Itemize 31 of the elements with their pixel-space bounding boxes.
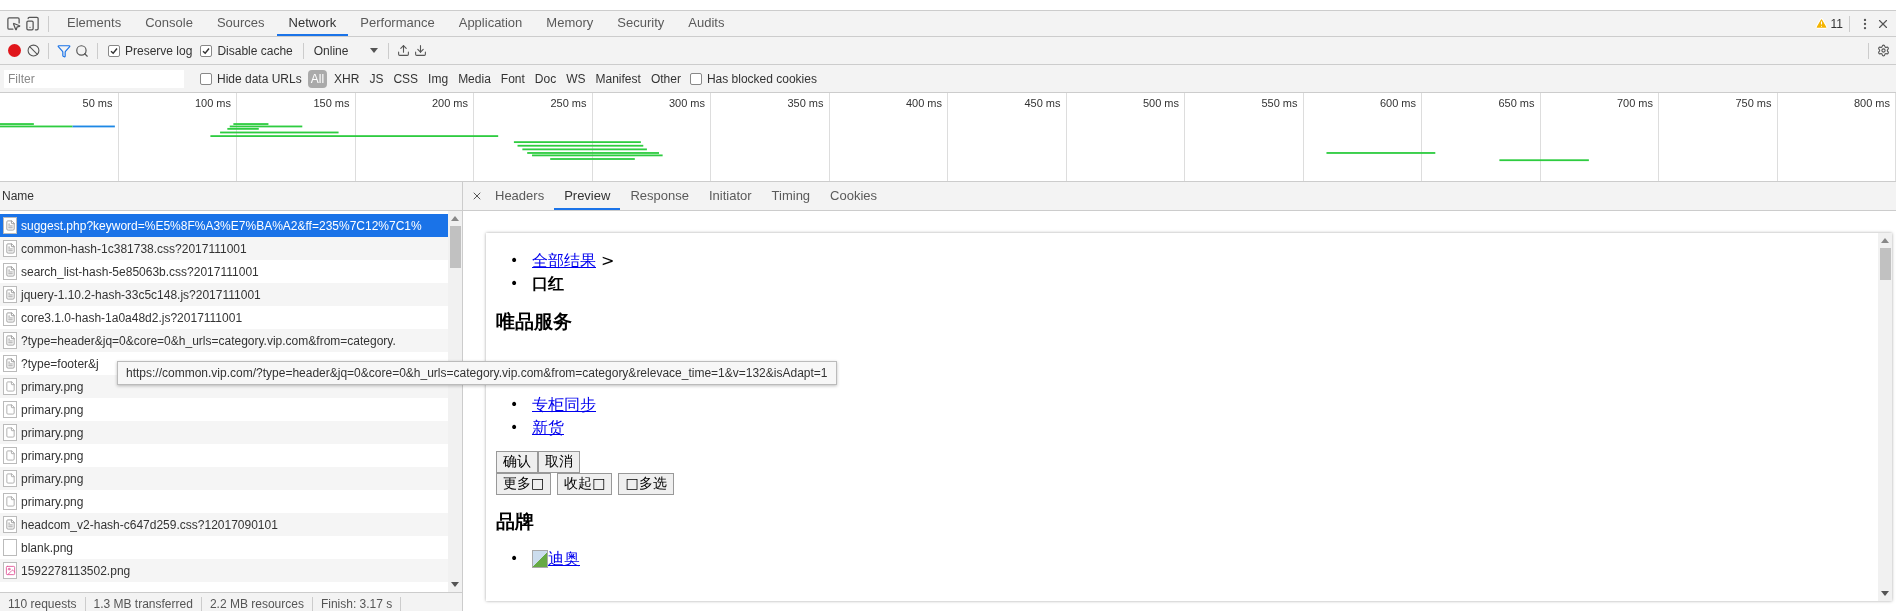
current-category: 口红 bbox=[532, 273, 564, 295]
breadcrumb-separator: > bbox=[601, 250, 615, 272]
tick-label: 50 ms bbox=[82, 97, 113, 109]
column-header: Name bbox=[0, 182, 462, 211]
tick-label: 700 ms bbox=[1616, 97, 1653, 109]
status-text: 110 requests bbox=[0, 597, 86, 611]
section-heading: 品牌 bbox=[496, 509, 535, 534]
tick-label: 200 ms bbox=[431, 97, 468, 109]
tooltip: https://common.vip.com/?type=header&jq=0&core=0&h_urls=category.vip.com&from=category&relevace_time=1&v=132&isAdapt=1 bbox=[117, 361, 837, 385]
tick-label: 500 ms bbox=[1142, 97, 1179, 109]
bullet: • bbox=[510, 549, 520, 568]
tick-label: 350 ms bbox=[787, 97, 824, 109]
tick-label: 750 ms bbox=[1735, 97, 1772, 109]
bullet: • bbox=[510, 395, 520, 414]
tick-label: 150 ms bbox=[313, 97, 350, 109]
tick-label: 800 ms bbox=[1853, 97, 1890, 109]
tick-label: 550 ms bbox=[1261, 97, 1298, 109]
tick-label: 100 ms bbox=[194, 97, 231, 109]
tick-label: 600 ms bbox=[1379, 97, 1416, 109]
bullet: • bbox=[510, 251, 520, 270]
bullet: • bbox=[510, 418, 520, 437]
status-text: 2.2 MB resources bbox=[201, 597, 313, 611]
tick-label: 400 ms bbox=[905, 97, 942, 109]
status-text: 1.3 MB transferred bbox=[85, 597, 202, 611]
section-heading: 唯品服务 bbox=[496, 309, 573, 334]
tick-label: 300 ms bbox=[668, 97, 705, 109]
tick-label: 650 ms bbox=[1498, 97, 1535, 109]
tick-label: 250 ms bbox=[550, 97, 587, 109]
bullet: • bbox=[510, 274, 520, 293]
tick-label: 450 ms bbox=[1024, 97, 1061, 109]
status-text: Finish: 3.17 s bbox=[312, 597, 402, 611]
